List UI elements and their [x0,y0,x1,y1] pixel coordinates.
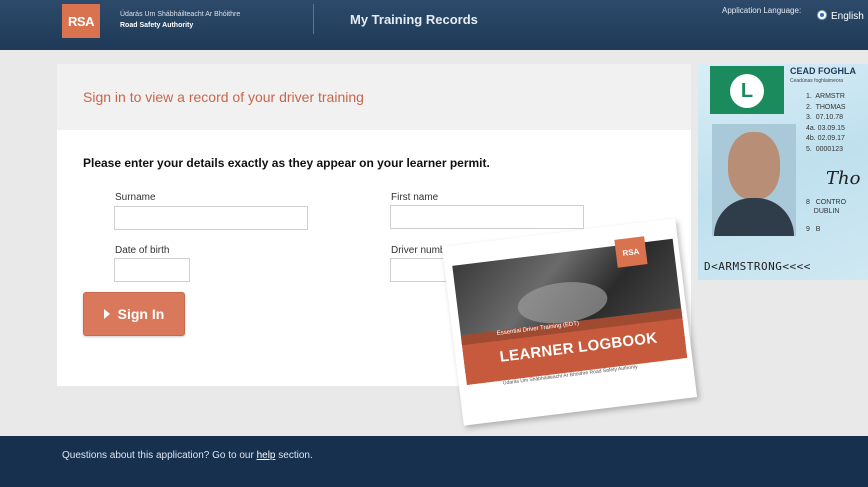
signin-card-header: Sign in to view a record of your driver … [57,64,691,130]
permit-subheading: Ceadúnas foghlaimeora [790,78,844,84]
permit-photo [712,124,796,236]
org-name-irish: Údarás Um Shábháilteacht Ar Bhóithre [120,11,241,18]
footer-text: Questions about this application? Go to … [62,450,313,461]
rsa-logo[interactable]: RSA [62,4,100,38]
learner-logbook-image: RSA Essential Driver Training (EDT) LEAR… [441,218,698,426]
signin-instructions: Please enter your details exactly as the… [83,156,490,170]
footer-bar: Questions about this application? Go to … [0,436,868,487]
help-link[interactable]: help [257,450,276,461]
org-name: Údarás Um Shábháilteacht Ar Bhóithre Roa… [120,9,240,31]
logbook-rsa-logo: RSA [614,236,648,268]
permit-l-badge: L [710,66,784,114]
permit-mrz: D<ARMSTRONG<<<< [704,260,811,273]
learner-permit-image: L CEAD FOGHLA Ceadúnas foghlaimeora 1. A… [698,64,868,280]
dob-input[interactable] [114,258,190,282]
permit-heading: CEAD FOGHLA [790,66,856,76]
signin-title: Sign in to view a record of your driver … [83,89,364,105]
signin-button-label: Sign In [117,306,165,322]
permit-signature: Tho [826,168,861,189]
language-option-english[interactable]: English [831,11,864,22]
firstname-label: First name [391,192,439,203]
footer-text-after: section. [275,450,313,461]
surname-label: Surname [115,192,156,203]
footer-text-before: Questions about this application? Go to … [62,450,257,461]
language-radio-english[interactable] [817,10,827,20]
app-title: My Training Records [350,12,478,27]
l-plate-icon: L [730,74,764,108]
face-icon [728,132,780,200]
dob-label: Date of birth [115,245,170,256]
permit-fields: 1. ARMSTR 2. THOMAS 3. 07.10.78 4a. 03.0… [806,93,846,153]
surname-input[interactable] [114,206,308,230]
permit-address: 8 CONTRO DUBLIN 9 B [806,199,847,233]
header-bar: RSA Údarás Um Shábháilteacht Ar Bhóithre… [0,0,868,50]
header-divider [313,4,314,34]
firstname-input[interactable] [390,205,584,229]
play-icon [103,309,110,319]
signin-button[interactable]: Sign In [83,292,185,336]
shoulders-shape [714,198,794,236]
org-name-english: Road Safety Authority [120,22,194,29]
language-label: Application Language: [722,6,802,15]
